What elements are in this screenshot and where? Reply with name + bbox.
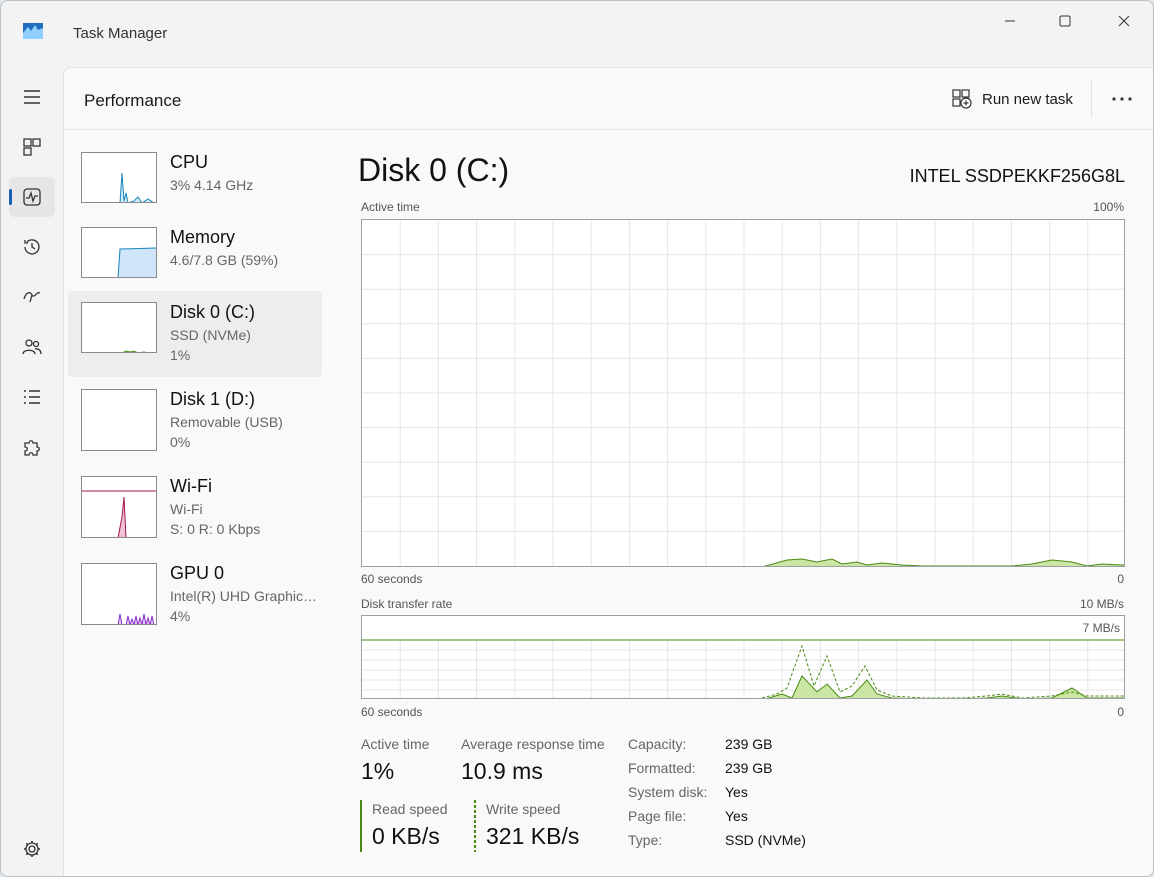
- nav-details[interactable]: [9, 377, 55, 417]
- run-new-task-label: Run new task: [982, 90, 1073, 108]
- read-speed-label: Read speed: [372, 801, 448, 817]
- formatted-value: 239 GB: [725, 760, 773, 776]
- type-label: Type:: [628, 832, 663, 848]
- device-name: Disk 0 (C:): [170, 302, 255, 322]
- device-item-gpu-0[interactable]: GPU 0 Intel(R) UHD Graphics 620 4%: [68, 552, 322, 638]
- minimize-icon: [1005, 20, 1015, 22]
- device-name: Memory: [170, 227, 236, 247]
- write-speed-value: 321 KB/s: [486, 823, 580, 849]
- active-time-stat-value: 1%: [361, 758, 395, 784]
- active-time-graph: [361, 219, 1125, 567]
- disk-0-thumbnail-graph: [81, 302, 157, 353]
- task-manager-app-icon: [23, 23, 43, 39]
- maximize-button[interactable]: [1042, 9, 1088, 33]
- system-disk-label: System disk:: [628, 784, 708, 800]
- nav-app-history[interactable]: [9, 227, 55, 267]
- hamburger-icon: [24, 90, 40, 104]
- capacity-value: 239 GB: [725, 736, 773, 752]
- maximize-icon: [1059, 15, 1071, 27]
- device-usage: 4%: [170, 608, 191, 624]
- gpu-0-thumbnail-graph: [81, 563, 157, 625]
- page-file-label: Page file:: [628, 808, 687, 824]
- memory-thumbnail-graph: [81, 227, 157, 278]
- hamburger-menu-button[interactable]: [9, 77, 55, 117]
- run-new-task-icon: [952, 89, 972, 109]
- device-item-disk-1[interactable]: Disk 1 (D:) Removable (USB) 0%: [68, 378, 322, 464]
- more-dots-icon: [1112, 97, 1132, 101]
- transfer-rate-max-label: 10 MB/s: [1079, 597, 1124, 611]
- transfer-rate-duration-label: 60 seconds: [361, 705, 423, 719]
- formatted-label: Formatted:: [628, 760, 696, 776]
- users-icon: [22, 339, 42, 355]
- page-file-value: Yes: [725, 808, 748, 824]
- nav-startup-apps[interactable]: [9, 277, 55, 317]
- device-name: Wi-Fi: [170, 476, 212, 496]
- read-speed-value: 0 KB/s: [372, 823, 440, 849]
- active-time-max-label: 100%: [1093, 200, 1124, 214]
- disk-1-thumbnail-graph: [81, 389, 157, 451]
- active-time-stat-label: Active time: [361, 736, 430, 752]
- write-speed-label: Write speed: [486, 801, 561, 817]
- device-name: Disk 1 (D:): [170, 389, 255, 409]
- startup-speedometer-icon: [23, 292, 41, 303]
- device-name: GPU 0: [170, 563, 225, 583]
- transfer-rate-min-label: 0: [1117, 705, 1124, 719]
- header-divider: [1091, 80, 1092, 118]
- device-item-cpu[interactable]: CPU 3% 4.14 GHz: [68, 141, 322, 227]
- active-time-duration-label: 60 seconds: [361, 572, 423, 586]
- run-new-task-button[interactable]: Run new task: [952, 88, 1073, 110]
- transfer-scale-tag: 7 MB/s: [1080, 620, 1122, 636]
- nav-services[interactable]: [9, 427, 55, 467]
- task-manager-window: Task Manager Performance Run new task CP…: [0, 0, 1154, 877]
- avg-response-stat-value: 10.9 ms: [461, 758, 543, 784]
- services-puzzle-icon: [24, 440, 40, 456]
- nav-users[interactable]: [9, 327, 55, 367]
- device-subtitle: Removable (USB): [170, 414, 283, 430]
- device-item-wifi[interactable]: Wi-Fi Wi-Fi S: 0 R: 0 Kbps: [68, 465, 322, 551]
- device-subtitle: 3% 4.14 GHz: [170, 177, 254, 193]
- system-disk-value: Yes: [725, 784, 748, 800]
- title-bar[interactable]: Task Manager: [1, 1, 1153, 63]
- type-value: SSD (NVMe): [725, 832, 806, 848]
- nav-processes[interactable]: [9, 127, 55, 167]
- wifi-thumbnail-graph: [81, 476, 157, 538]
- close-icon: [1118, 15, 1130, 27]
- cpu-thumbnail-graph: [81, 152, 157, 203]
- close-button[interactable]: [1101, 9, 1147, 33]
- minimize-button[interactable]: [987, 9, 1033, 33]
- device-item-memory[interactable]: Memory 4.6/7.8 GB (59%): [68, 216, 322, 302]
- transfer-rate-graph: 7 MB/s: [361, 615, 1125, 699]
- history-icon: [24, 239, 40, 255]
- device-usage: 0%: [170, 434, 191, 450]
- details-list-icon: [24, 390, 40, 404]
- device-throughput: S: 0 R: 0 Kbps: [170, 521, 261, 537]
- write-speed-indicator: [474, 800, 476, 852]
- capacity-label: Capacity:: [628, 736, 687, 752]
- avg-response-stat-label: Average response time: [461, 736, 605, 752]
- active-time-min-label: 0: [1117, 572, 1124, 586]
- content-panel: Performance Run new task CPU 3% 4.14 GHz…: [63, 67, 1153, 876]
- detail-title: Disk 0 (C:): [358, 152, 510, 188]
- nav-performance[interactable]: [9, 177, 55, 217]
- page-title: Performance: [84, 91, 182, 110]
- device-subtitle: Intel(R) UHD Graphics 620: [170, 588, 320, 604]
- device-subtitle: Wi-Fi: [170, 501, 203, 517]
- device-item-disk-0[interactable]: Disk 0 (C:) SSD (NVMe) 1%: [68, 291, 322, 377]
- device-subtitle: 4.6/7.8 GB (59%): [170, 252, 279, 268]
- more-options-button[interactable]: [1110, 88, 1134, 110]
- device-subtitle: SSD (NVMe): [170, 327, 251, 343]
- disk-model: INTEL SSDPEKKF256G8L: [909, 166, 1125, 186]
- device-name: CPU: [170, 152, 209, 172]
- navigation-rail: [1, 63, 63, 876]
- transfer-rate-graph-label: Disk transfer rate: [361, 597, 453, 611]
- active-time-graph-label: Active time: [361, 200, 420, 214]
- processes-icon: [23, 138, 41, 156]
- window-title: Task Manager: [73, 25, 168, 42]
- settings-gear-icon: [24, 841, 40, 857]
- read-speed-indicator: [360, 800, 362, 852]
- content-header: Performance Run new task: [64, 68, 1153, 130]
- device-usage: 1%: [170, 347, 191, 363]
- nav-settings[interactable]: [9, 829, 55, 869]
- performance-icon: [23, 188, 41, 206]
